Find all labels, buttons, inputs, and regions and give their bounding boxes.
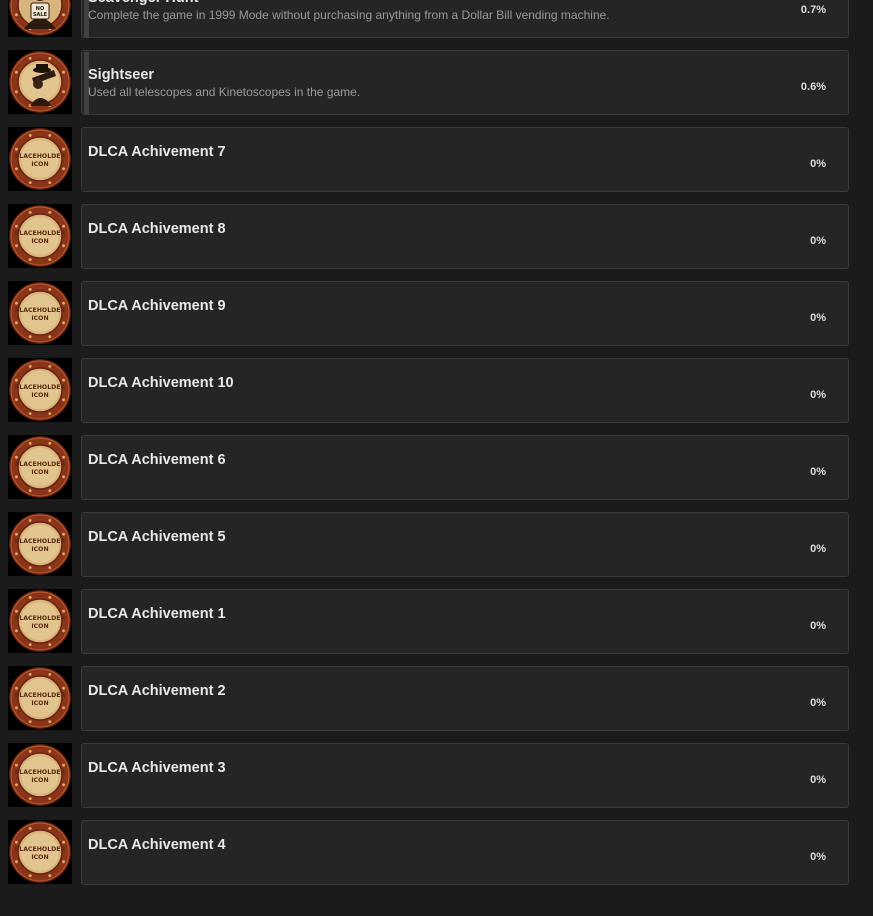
placeholder-badge-text-top: PLACEHOLDER [15, 384, 66, 391]
achievement-card[interactable]: DLCA Achivement 3 0% [81, 743, 849, 808]
achievement-title: DLCA Achivement 7 [88, 144, 226, 160]
placeholder-icon: PLACEHOLDER ICON [8, 435, 72, 499]
achievement-row[interactable]: NO SALE Scavenger Hunt Complete the game… [0, 0, 873, 50]
achievement-title: DLCA Achivement 3 [88, 760, 226, 776]
placeholder-icon: PLACEHOLDER ICON [8, 281, 72, 345]
placeholder-badge-text-bottom: ICON [31, 546, 48, 553]
achievement-row[interactable]: PLACEHOLDER ICON DLCA Achivement 3 0% [0, 743, 873, 820]
achievement-card[interactable]: Scavenger Hunt Complete the game in 1999… [81, 0, 849, 38]
achievement-progress-bar [84, 52, 89, 114]
achievement-card[interactable]: DLCA Achivement 1 0% [81, 589, 849, 654]
achievement-unlock-percent: 0% [810, 158, 826, 170]
placeholder-badge-text-top: PLACEHOLDER [15, 769, 66, 776]
achievement-card[interactable]: DLCA Achivement 8 0% [81, 204, 849, 269]
placeholder-badge-text-top: PLACEHOLDER [15, 153, 66, 160]
placeholder-badge-text-bottom: ICON [31, 700, 48, 707]
achievement-title: DLCA Achivement 6 [88, 452, 226, 468]
placeholder-badge-text-top: PLACEHOLDER [15, 615, 66, 622]
placeholder-icon: PLACEHOLDER ICON [8, 358, 72, 422]
no-sale-icon: NO SALE [8, 0, 72, 37]
achievement-unlock-percent: 0% [810, 620, 826, 632]
achievement-unlock-percent: 0% [810, 389, 826, 401]
achievement-row[interactable]: PLACEHOLDER ICON DLCA Achivement 5 0% [0, 512, 873, 589]
achievement-unlock-percent: 0% [810, 235, 826, 247]
achievement-row[interactable]: PLACEHOLDER ICON DLCA Achivement 9 0% [0, 281, 873, 358]
placeholder-icon: PLACEHOLDER ICON [8, 820, 72, 884]
placeholder-icon: PLACEHOLDER ICON [8, 512, 72, 576]
achievement-row[interactable]: Sightseer Used all telescopes and Kineto… [0, 50, 873, 127]
placeholder-badge-text-top: PLACEHOLDER [15, 538, 66, 545]
achievement-title: DLCA Achivement 8 [88, 221, 226, 237]
achievement-card[interactable]: DLCA Achivement 4 0% [81, 820, 849, 885]
achievement-card[interactable]: DLCA Achivement 5 0% [81, 512, 849, 577]
achievement-card[interactable]: DLCA Achivement 2 0% [81, 666, 849, 731]
achievement-unlock-percent: 0% [810, 312, 826, 324]
achievement-title: DLCA Achivement 10 [88, 375, 234, 391]
achievement-description: Used all telescopes and Kinetoscopes in … [88, 85, 361, 99]
achievement-title: DLCA Achivement 2 [88, 683, 226, 699]
achievement-row[interactable]: PLACEHOLDER ICON DLCA Achivement 10 0% [0, 358, 873, 435]
placeholder-badge-text-top: PLACEHOLDER [15, 692, 66, 699]
placeholder-badge-text-bottom: ICON [31, 777, 48, 784]
achievement-unlock-percent: 0% [810, 774, 826, 786]
achievement-row[interactable]: PLACEHOLDER ICON DLCA Achivement 7 0% [0, 127, 873, 204]
achievement-row[interactable]: PLACEHOLDER ICON DLCA Achivement 8 0% [0, 204, 873, 281]
achievement-unlock-percent: 0.7% [800, 4, 826, 16]
placeholder-badge-text-top: PLACEHOLDER [15, 307, 66, 314]
placeholder-badge-text-bottom: ICON [31, 469, 48, 476]
svg-text:SALE: SALE [33, 12, 48, 18]
achievement-row[interactable]: PLACEHOLDER ICON DLCA Achivement 2 0% [0, 666, 873, 743]
placeholder-badge-text-bottom: ICON [31, 854, 48, 861]
achievement-card[interactable]: DLCA Achivement 10 0% [81, 358, 849, 423]
achievement-unlock-percent: 0% [810, 851, 826, 863]
achievement-card[interactable]: Sightseer Used all telescopes and Kineto… [81, 50, 849, 115]
placeholder-badge-text-top: PLACEHOLDER [15, 461, 66, 468]
placeholder-badge-text-bottom: ICON [31, 161, 48, 168]
achievement-title: DLCA Achivement 1 [88, 606, 226, 622]
telescope-icon [8, 50, 72, 114]
achievement-row[interactable]: PLACEHOLDER ICON DLCA Achivement 6 0% [0, 435, 873, 512]
placeholder-icon: PLACEHOLDER ICON [8, 666, 72, 730]
achievement-title: DLCA Achivement 4 [88, 837, 226, 853]
achievement-card[interactable]: DLCA Achivement 7 0% [81, 127, 849, 192]
placeholder-badge-text-bottom: ICON [31, 315, 48, 322]
achievement-title: Scavenger Hunt [88, 0, 198, 6]
achievement-card[interactable]: DLCA Achivement 9 0% [81, 281, 849, 346]
placeholder-icon: PLACEHOLDER ICON [8, 127, 72, 191]
placeholder-badge-text-bottom: ICON [31, 392, 48, 399]
achievement-title: DLCA Achivement 9 [88, 298, 226, 314]
achievement-unlock-percent: 0.6% [800, 81, 826, 93]
placeholder-icon: PLACEHOLDER ICON [8, 743, 72, 807]
placeholder-icon: PLACEHOLDER ICON [8, 589, 72, 653]
achievement-card[interactable]: DLCA Achivement 6 0% [81, 435, 849, 500]
achievement-description: Complete the game in 1999 Mode without p… [88, 8, 610, 22]
placeholder-badge-text-top: PLACEHOLDER [15, 230, 66, 237]
achievement-title: DLCA Achivement 5 [88, 529, 226, 545]
placeholder-badge-text-bottom: ICON [31, 238, 48, 245]
achievement-unlock-percent: 0% [810, 697, 826, 709]
achievement-row[interactable]: PLACEHOLDER ICON DLCA Achivement 4 0% [0, 820, 873, 897]
placeholder-icon: PLACEHOLDER ICON [8, 204, 72, 268]
achievement-unlock-percent: 0% [810, 543, 826, 555]
placeholder-badge-text-top: PLACEHOLDER [15, 846, 66, 853]
placeholder-badge-text-bottom: ICON [31, 623, 48, 630]
achievement-unlock-percent: 0% [810, 466, 826, 478]
achievement-title: Sightseer [88, 67, 155, 83]
achievement-row[interactable]: PLACEHOLDER ICON DLCA Achivement 1 0% [0, 589, 873, 666]
